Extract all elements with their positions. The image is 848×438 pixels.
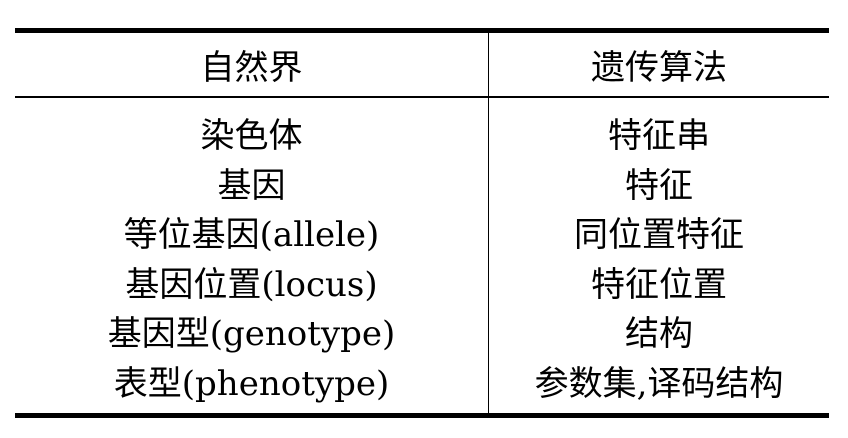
- table-cell-ga: 参数集,译码结构: [534, 363, 784, 404]
- table-cell-ga: 结构: [625, 314, 693, 354]
- table-cell-ga: 特征串: [608, 116, 710, 156]
- table-cell-nature: 基因位置(locus): [125, 264, 378, 305]
- table-cell-ga: 特征: [625, 165, 693, 206]
- nature-column: 染色体 基因 等位基因(allele) 基因位置(locus) 基因型(geno…: [15, 112, 488, 409]
- table-cell-nature: 表型(phenotype): [113, 363, 390, 404]
- table-cell-nature: 染色体: [200, 116, 303, 156]
- header-nature: 自然界: [200, 48, 303, 88]
- bottom-rule: [15, 413, 829, 418]
- table-cell-ga: 同位置特征: [574, 215, 744, 255]
- table-cell-ga: 特征位置: [591, 264, 727, 305]
- table-cell-nature: 等位基因(allele): [123, 215, 380, 255]
- ga-column: 特征串 特征 同位置特征 特征位置 结构 参数集,译码结构: [489, 112, 829, 409]
- comparison-table: 自然界 遗传算法 染色体 基因 等位基因(allele) 基因位置(locus)…: [15, 28, 829, 418]
- header-rule: [15, 96, 829, 98]
- table-cell-nature: 基因型(genotype): [107, 314, 396, 354]
- header-genetic-algorithm: 遗传算法: [591, 48, 727, 88]
- table-cell-nature: 基因: [217, 165, 286, 206]
